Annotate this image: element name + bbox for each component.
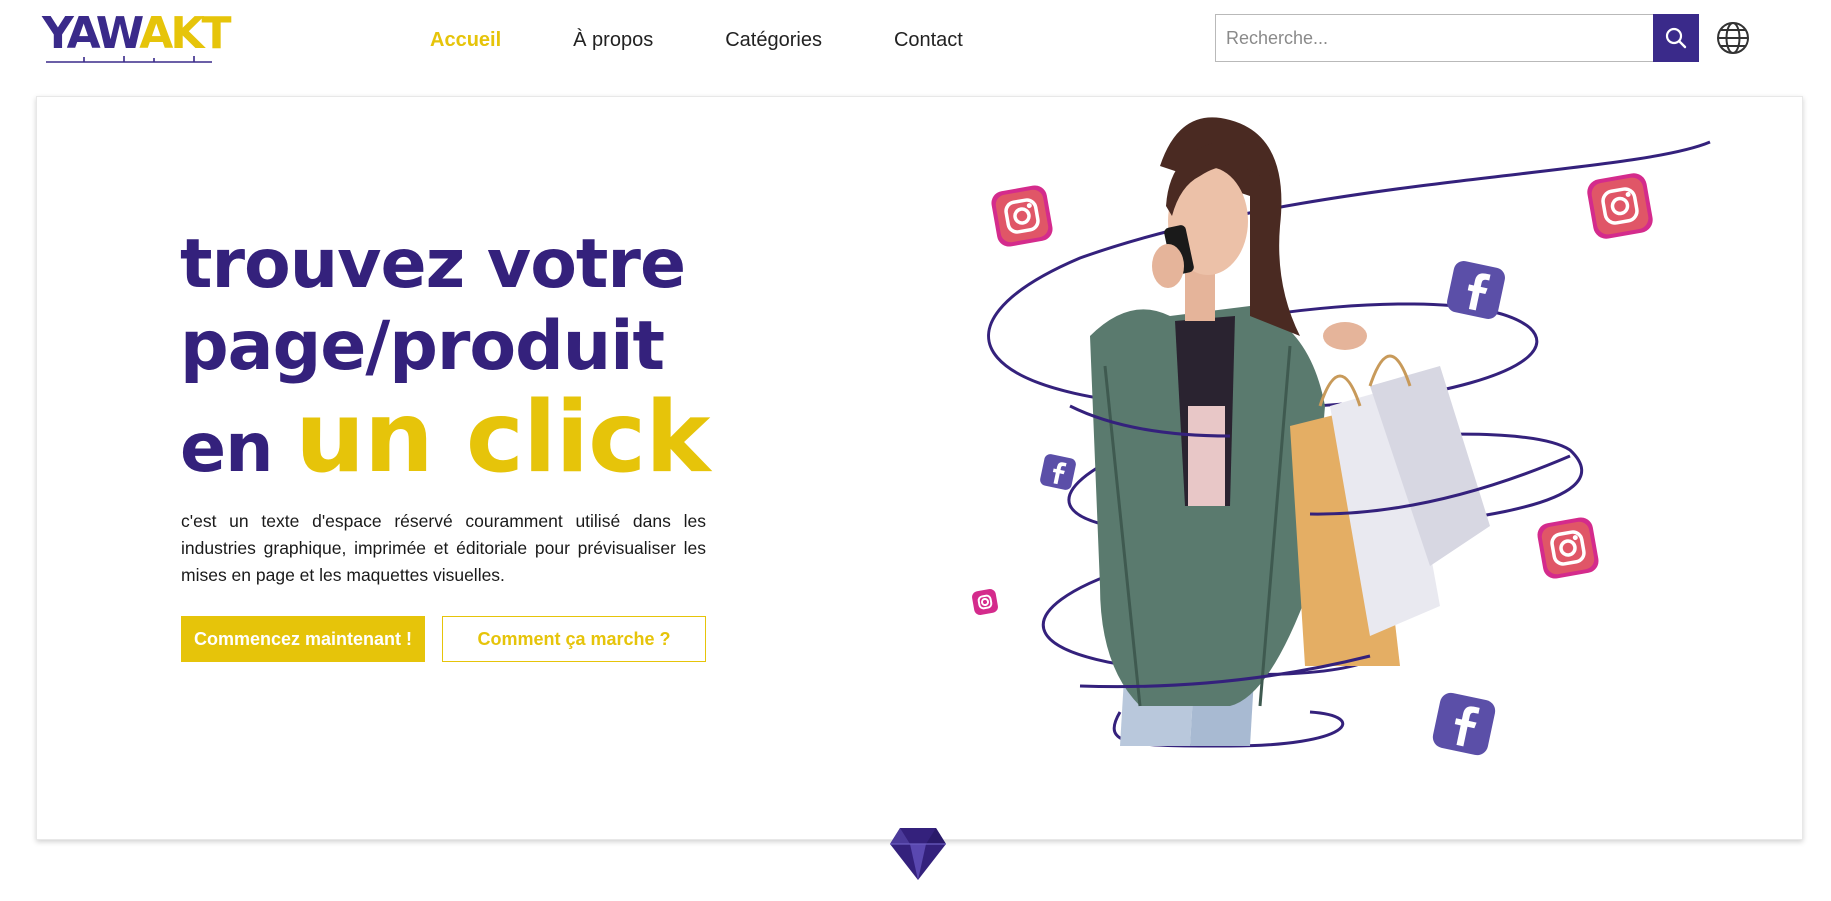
logo[interactable]: YAWAKT [42, 8, 231, 67]
main-nav: Accueil À propos Catégories Contact [430, 24, 1035, 56]
globe-icon[interactable] [1716, 21, 1750, 55]
instagram-icon [1537, 517, 1599, 579]
start-now-button[interactable]: Commencez maintenant ! [181, 616, 425, 662]
logo-underline [46, 56, 212, 63]
search-icon [1665, 27, 1687, 49]
headline-line-1: trouvez votre [180, 225, 686, 304]
nav-link-contact[interactable]: Contact [894, 24, 963, 56]
headline-prefix: en [180, 409, 296, 488]
instagram-icon [991, 185, 1053, 247]
headline-line-2: page/produit [180, 307, 665, 386]
headline-accent: un click [295, 381, 710, 495]
hero-description: c'est un texte d'espace réservé couramme… [181, 511, 706, 585]
search-bar [1215, 14, 1699, 62]
nav-link-accueil[interactable]: Accueil [430, 24, 501, 56]
nav-link-categories[interactable]: Catégories [725, 24, 822, 56]
search-input[interactable] [1215, 14, 1653, 62]
facebook-icon [1040, 454, 1076, 490]
instagram-icon [1587, 173, 1653, 239]
instagram-icon [972, 589, 998, 615]
nav-link-a-propos[interactable]: À propos [573, 24, 653, 56]
facebook-icon [1432, 692, 1496, 756]
search-button[interactable] [1653, 14, 1699, 62]
hero-illustration [972, 117, 1711, 756]
logo-wordmark: YAWAKT [42, 8, 231, 59]
hero-headline: trouvez votre page/produit en un click [180, 224, 740, 499]
how-it-works-button[interactable]: Comment ça marche ? [442, 616, 706, 662]
site-header: YAWAKT Accueil À propos Catégories Conta… [0, 0, 1831, 86]
diamond-icon [890, 828, 946, 880]
headline-line-3: en un click [180, 388, 740, 499]
facebook-icon [1447, 261, 1505, 319]
